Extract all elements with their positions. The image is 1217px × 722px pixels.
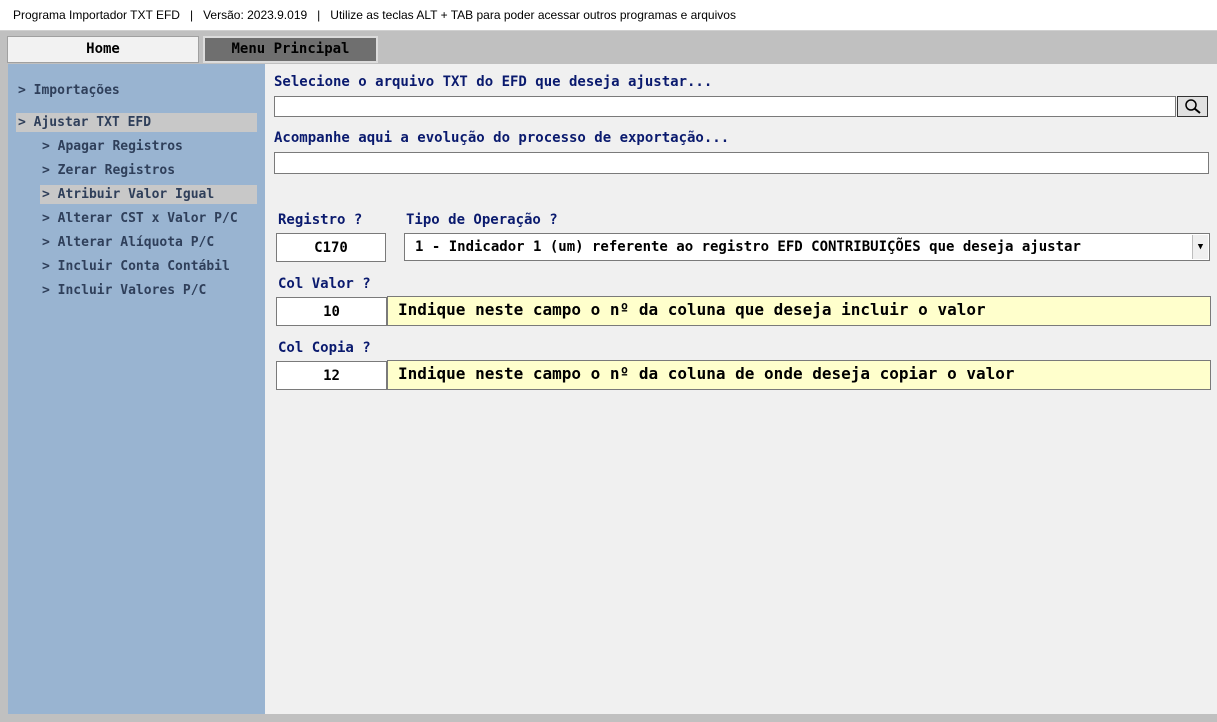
chevron-down-icon[interactable]: ▼ — [1192, 235, 1208, 259]
title-separator: | — [317, 8, 321, 22]
tipo-operacao-label: Tipo de Operação ? — [406, 212, 558, 228]
app-version: Versão: 2023.9.019 — [203, 8, 308, 22]
sidebar-item-ajustar-txt-efd[interactable]: > Ajustar TXT EFD — [16, 113, 257, 132]
bottom-border — [0, 714, 1217, 722]
registro-input[interactable]: C170 — [276, 233, 386, 262]
title-separator: | — [189, 8, 194, 22]
sidebar-item-apagar-registros[interactable]: > Apagar Registros — [42, 137, 183, 156]
tab-home[interactable]: Home — [7, 36, 199, 63]
sidebar-item-incluir-conta-contabil[interactable]: > Incluir Conta Contábil — [42, 257, 230, 276]
sidebar-item-alterar-cst[interactable]: > Alterar CST x Valor P/C — [42, 209, 238, 228]
sidebar-item-alterar-aliquota[interactable]: > Alterar Alíquota P/C — [42, 233, 214, 252]
app-title: Programa Importador TXT EFD — [13, 8, 180, 22]
sidebar-item-zerar-registros[interactable]: > Zerar Registros — [42, 161, 175, 180]
sidebar-item-atribuir-valor-igual[interactable]: > Atribuir Valor Igual — [40, 185, 257, 204]
col-valor-input[interactable]: 10 — [276, 297, 387, 326]
browse-button[interactable] — [1177, 96, 1208, 117]
magnifier-icon — [1185, 99, 1201, 114]
file-label: Selecione o arquivo TXT do EFD que desej… — [274, 74, 713, 90]
col-copia-input[interactable]: 12 — [276, 361, 387, 390]
tab-menu-principal[interactable]: Menu Principal — [203, 36, 378, 63]
sidebar-item-incluir-valores[interactable]: > Incluir Valores P/C — [42, 281, 206, 300]
sidebar: > Importações > Ajustar TXT EFD > Apagar… — [8, 64, 265, 714]
registro-label: Registro ? — [278, 212, 363, 228]
col-valor-hint: Indique neste campo o nº da coluna que d… — [387, 296, 1211, 326]
file-path-input[interactable] — [274, 96, 1176, 117]
progress-field — [274, 152, 1209, 174]
title-bar: Programa Importador TXT EFD | Versão: 2023… — [0, 0, 1217, 31]
sidebar-item-importacoes[interactable]: > Importações — [18, 81, 120, 100]
tab-bar: Home Menu Principal — [0, 32, 1217, 64]
tipo-operacao-value: 1 - Indicador 1 (um) referente ao regist… — [415, 239, 1081, 255]
tipo-operacao-select[interactable]: 1 - Indicador 1 (um) referente ao regist… — [404, 233, 1210, 261]
col-copia-hint: Indique neste campo o nº da coluna de on… — [387, 360, 1211, 390]
col-valor-label: Col Valor ? — [278, 276, 371, 292]
progress-label: Acompanhe aqui a evolução do processo de… — [274, 130, 730, 146]
col-copia-label: Col Copia ? — [278, 340, 371, 356]
title-hint: Utilize as teclas ALT + TAB para poder a… — [330, 8, 736, 22]
